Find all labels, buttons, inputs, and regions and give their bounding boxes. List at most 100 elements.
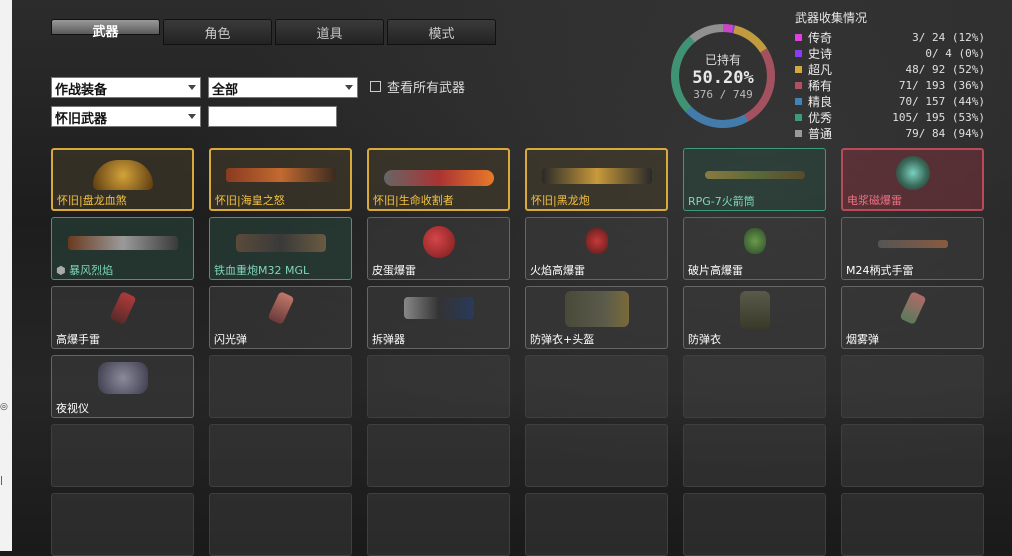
legend-name: 传奇 <box>808 30 833 45</box>
plasma-mine-icon <box>895 156 930 190</box>
legend-row-legendary: 传奇 3/ 24 (12%) <box>795 29 985 45</box>
weapon-slot[interactable]: 夜视仪 <box>51 355 194 418</box>
weapon-name: 夜视仪 <box>56 400 89 416</box>
empty-slot <box>51 493 194 556</box>
weapon-slot[interactable]: 防弹衣 <box>683 286 826 349</box>
tab-modes[interactable]: 模式 <box>387 19 496 45</box>
tab-props[interactable]: 道具 <box>275 19 384 45</box>
weapon-slot[interactable]: 防弹衣+头盔 <box>525 286 668 349</box>
rarity-legend: 传奇 3/ 24 (12%) 史诗 0/ 4 (0%) 超凡 48/ 92 (5… <box>795 29 985 141</box>
show-all-weapons-checkbox[interactable]: 查看所有武器 <box>370 77 465 96</box>
weapon-slot[interactable]: 高爆手雷 <box>51 286 194 349</box>
legend-name: 优秀 <box>808 110 833 125</box>
weapon-name: 破片高爆雷 <box>688 262 743 278</box>
rarity-filter-value: 全部 <box>212 83 239 98</box>
weapon-name: RPG-7火箭筒 <box>688 193 755 209</box>
empty-slot <box>683 355 826 418</box>
weapon-slot[interactable]: RPG-7火箭筒 <box>683 148 826 211</box>
weapon-group-select[interactable]: 怀旧武器 <box>51 106 201 127</box>
weapon-name-text: 铁血重炮M32 MGL <box>214 264 310 277</box>
vest-helmet-icon <box>564 291 629 327</box>
weapon-slot[interactable]: 铁血重炮M32 MGL <box>209 217 352 280</box>
flamethrower-icon <box>67 236 178 250</box>
weapon-name-text: 防弹衣 <box>688 333 721 346</box>
left-window-edge: ◎ | <box>0 0 12 551</box>
weapon-name: 闪光弹 <box>214 331 247 347</box>
defuse-kit-icon <box>403 297 474 319</box>
hexagon-badge-icon: ⬢ <box>56 264 70 277</box>
search-input[interactable] <box>208 106 337 127</box>
weapon-name-text: 暴风烈焰 <box>69 264 114 277</box>
weapon-name: 防弹衣 <box>688 331 721 347</box>
weapon-slot[interactable]: 电浆磁爆雷 <box>841 148 984 211</box>
legendary-color-swatch <box>795 33 802 41</box>
category-tabs: 武器 角色 道具 模式 <box>51 19 496 45</box>
legend-value: 0/ 4 (0%) <box>925 46 985 60</box>
weapon-slot[interactable]: ⬢ 暴风烈焰 <box>51 217 194 280</box>
weapon-slot[interactable]: 破片高爆雷 <box>683 217 826 280</box>
black-dragon-cannon-icon <box>541 168 652 184</box>
empty-slot <box>367 493 510 556</box>
legend-name: 史诗 <box>808 46 833 61</box>
weapon-group-value: 怀旧武器 <box>55 112 108 127</box>
launcher-icon <box>225 168 336 182</box>
owned-label: 已持有 <box>704 53 741 67</box>
chevron-down-icon <box>188 114 196 119</box>
rare-color-swatch <box>795 81 802 89</box>
weapon-name-text: 防弹衣+头盔 <box>530 333 595 346</box>
weapon-name-text: 闪光弹 <box>214 333 247 346</box>
legend-value: 71/ 193 (36%) <box>898 78 985 92</box>
weapon-slot[interactable]: 拆弹器 <box>367 286 510 349</box>
legend-row-rare: 稀有 71/ 193 (36%) <box>795 77 985 93</box>
frag-grenade-icon <box>743 228 766 254</box>
empty-slot <box>683 424 826 487</box>
empty-slot <box>209 424 352 487</box>
empty-slot <box>525 424 668 487</box>
weapon-slot[interactable]: 火焰高爆雷 <box>525 217 668 280</box>
equipment-type-select[interactable]: 作战装备 <box>51 77 201 98</box>
weapon-slot[interactable]: 怀旧|生命收割者 <box>367 148 510 211</box>
weapon-slot[interactable]: 怀旧|黑龙炮 <box>525 148 668 211</box>
weapon-name-text: 烟雾弹 <box>846 333 879 346</box>
stick-grenade-icon <box>877 240 948 248</box>
weapon-name-text: M24柄式手雷 <box>846 264 914 277</box>
legend-name: 精良 <box>808 94 833 109</box>
transcendent-color-swatch <box>795 65 802 73</box>
he-grenade-icon <box>108 291 137 325</box>
legend-value: 48/ 92 (52%) <box>905 62 985 76</box>
tab-weapons[interactable]: 武器 <box>51 19 160 40</box>
weapon-slot[interactable]: 皮蛋爆雷 <box>367 217 510 280</box>
chevron-down-icon <box>188 85 196 90</box>
weapon-name-text: 怀旧|海皇之怒 <box>215 194 285 207</box>
weapon-name: 火焰高爆雷 <box>530 262 585 278</box>
weapon-slot[interactable]: 怀旧|盘龙血煞 <box>51 148 194 211</box>
legend-value: 70/ 157 (44%) <box>898 94 985 108</box>
legend-value: 105/ 195 (53%) <box>892 110 985 124</box>
weapon-slot[interactable]: M24柄式手雷 <box>841 217 984 280</box>
weapon-name: 怀旧|黑龙炮 <box>531 192 590 208</box>
elite-color-swatch <box>795 97 802 105</box>
epic-color-swatch <box>795 49 802 57</box>
excellent-color-swatch <box>795 113 802 121</box>
show-all-weapons-label: 查看所有武器 <box>387 81 466 96</box>
weapon-slot[interactable]: 闪光弹 <box>209 286 352 349</box>
night-vision-icon <box>97 362 148 394</box>
weapon-name: 高爆手雷 <box>56 331 100 347</box>
empty-slot <box>209 355 352 418</box>
rarity-filter-select[interactable]: 全部 <box>208 77 358 98</box>
weapon-slot[interactable]: 怀旧|海皇之怒 <box>209 148 352 211</box>
legend-row-common: 普通 79/ 84 (94%) <box>795 125 985 141</box>
chevron-down-icon <box>345 85 353 90</box>
weapon-name: M24柄式手雷 <box>846 262 914 278</box>
legend-row-elite: 精良 70/ 157 (44%) <box>795 93 985 109</box>
empty-slot <box>841 424 984 487</box>
weapon-name: 铁血重炮M32 MGL <box>214 262 309 278</box>
empty-slot <box>525 355 668 418</box>
weapon-slot[interactable]: 烟雾弹 <box>841 286 984 349</box>
legend-row-epic: 史诗 0/ 4 (0%) <box>795 45 985 61</box>
empty-slot <box>51 424 194 487</box>
owned-percent: 50.20% <box>692 68 754 88</box>
checkbox-box[interactable] <box>370 81 381 92</box>
tab-characters[interactable]: 角色 <box>163 19 272 45</box>
empty-slot <box>367 424 510 487</box>
